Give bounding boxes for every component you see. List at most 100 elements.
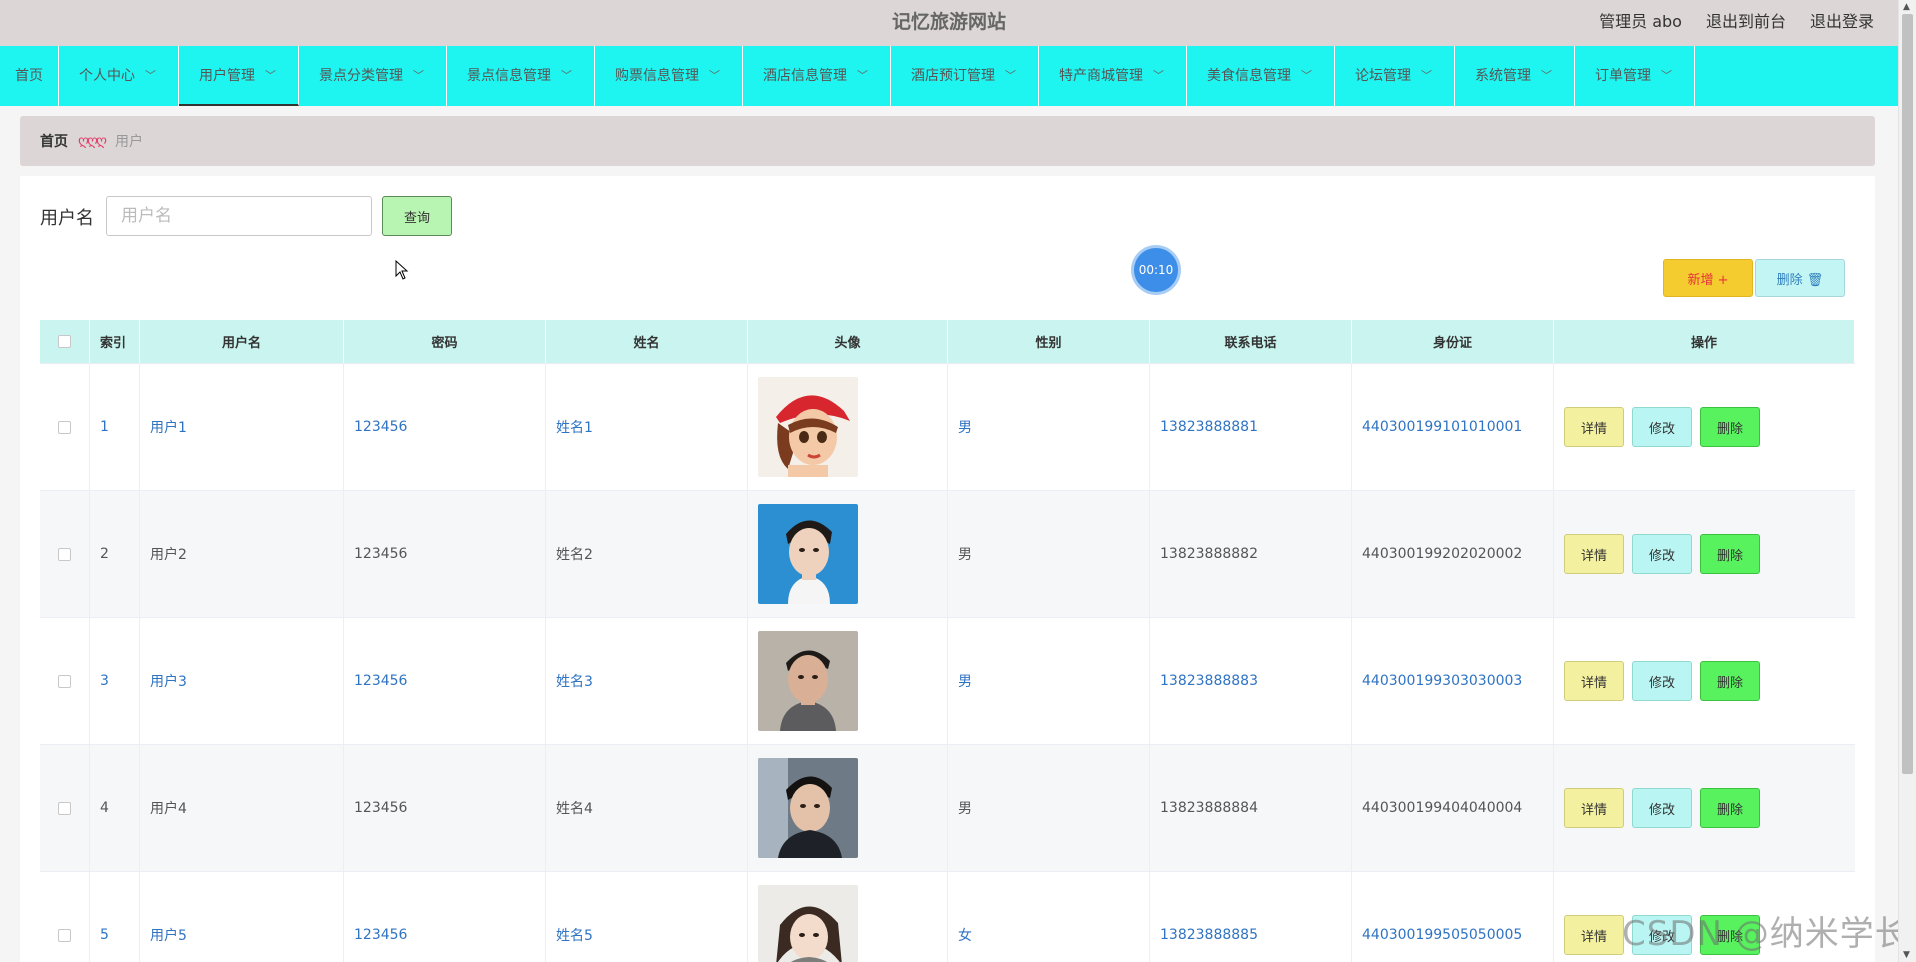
edit-button[interactable]: 修改 (1632, 788, 1692, 828)
detail-button[interactable]: 详情 (1564, 407, 1624, 447)
nav-item-hotel-booking[interactable]: 酒店预订管理 ﹀ (891, 46, 1039, 106)
cell-password: 123456 (344, 745, 546, 871)
nav-label: 用户管理 (199, 68, 255, 84)
header-avatar: 头像 (748, 320, 948, 363)
chevron-down-icon: ﹀ (561, 69, 572, 82)
row-checkbox[interactable] (58, 547, 71, 561)
cell-username: 用户5 (140, 872, 344, 962)
main-nav: 首页 个人中心 ﹀ 用户管理 ﹀ 景点分类管理 ﹀ 景点信息管理 ﹀ 购票信息管理 ﹀ 酒… (0, 46, 1898, 106)
logout-link[interactable]: 退出登录 (1810, 0, 1874, 44)
edit-button[interactable]: 修改 (1632, 407, 1692, 447)
header-id-card: 身份证 (1352, 320, 1554, 363)
nav-item-food-info[interactable]: 美食信息管理 ﹀ (1187, 46, 1335, 106)
cell-id-card: 440300199404040004 (1352, 745, 1554, 871)
cell-index: 5 (90, 872, 140, 962)
nav-label: 购票信息管理 (615, 68, 699, 84)
cell-avatar (748, 491, 948, 617)
delete-button[interactable]: 删除 (1700, 407, 1760, 447)
content-panel: 用户名 查询 00:10 新增 + 删除 🗑 索引 用户名 密码 姓名 头像 性… (20, 176, 1875, 962)
edit-button[interactable]: 修改 (1632, 661, 1692, 701)
row-checkbox[interactable] (58, 420, 71, 434)
row-checkbox-cell (40, 618, 90, 744)
nav-item-personal-center[interactable]: 个人中心 ﹀ (59, 46, 179, 106)
cell-name: 姓名5 (546, 872, 748, 962)
edit-button[interactable]: 修改 (1632, 915, 1692, 955)
scroll-down-icon[interactable]: ▼ (1903, 950, 1910, 960)
row-checkbox[interactable] (58, 928, 71, 942)
select-all-checkbox[interactable] (58, 335, 71, 348)
delete-button[interactable]: 删除 (1700, 788, 1760, 828)
breadcrumb-home[interactable]: 首页 (40, 131, 68, 151)
avatar-man-icon (758, 631, 858, 731)
header-password: 密码 (344, 320, 546, 363)
nav-label: 首页 (15, 68, 43, 84)
cell-index: 1 (90, 364, 140, 490)
delete-button[interactable]: 删除 (1700, 661, 1760, 701)
cell-actions: 详情 修改 删除 (1554, 364, 1855, 490)
cell-password: 123456 (344, 618, 546, 744)
cell-password: 123456 (344, 364, 546, 490)
cell-username: 用户4 (140, 745, 344, 871)
nav-item-specialty-mall[interactable]: 特产商城管理 ﹀ (1039, 46, 1187, 106)
nav-item-ticket-info[interactable]: 购票信息管理 ﹀ (595, 46, 743, 106)
chevron-down-icon: ﹀ (145, 69, 156, 82)
cell-actions: 详情 修改 删除 (1554, 872, 1855, 962)
detail-button[interactable]: 详情 (1564, 788, 1624, 828)
username-search-input[interactable] (106, 196, 372, 236)
nav-label: 特产商城管理 (1059, 68, 1143, 84)
detail-button[interactable]: 详情 (1564, 915, 1624, 955)
row-checkbox[interactable] (58, 674, 71, 688)
cell-id-card: 440300199505050005 (1352, 872, 1554, 962)
query-button[interactable]: 查询 (382, 196, 452, 236)
nav-item-user-management[interactable]: 用户管理 ﹀ (179, 46, 299, 106)
detail-button[interactable]: 详情 (1564, 534, 1624, 574)
row-checkbox[interactable] (58, 801, 71, 815)
cell-phone: 13823888881 (1150, 364, 1352, 490)
cell-id-card: 440300199202020002 (1352, 491, 1554, 617)
header-gender: 性别 (948, 320, 1150, 363)
nav-label: 个人中心 (79, 68, 135, 84)
cell-name: 姓名3 (546, 618, 748, 744)
back-to-front-link[interactable]: 退出到前台 (1706, 0, 1786, 44)
nav-item-home[interactable]: 首页 (0, 46, 59, 106)
batch-delete-button[interactable]: 删除 🗑 (1755, 259, 1845, 297)
table-row: 2 用户2 123456 姓名2 男 13823888882 440300199… (40, 491, 1855, 618)
top-links: 管理员 abo 退出到前台 退出登录 (1599, 0, 1874, 44)
timer-badge: 00:10 (1134, 248, 1178, 292)
nav-item-hotel-info[interactable]: 酒店信息管理 ﹀ (743, 46, 891, 106)
cell-username: 用户2 (140, 491, 344, 617)
nav-item-scenic-category[interactable]: 景点分类管理 ﹀ (299, 46, 447, 106)
detail-button[interactable]: 详情 (1564, 661, 1624, 701)
row-checkbox-cell (40, 872, 90, 962)
cell-phone: 13823888884 (1150, 745, 1352, 871)
nav-label: 景点分类管理 (319, 68, 403, 84)
scroll-up-icon[interactable]: ▲ (1903, 2, 1910, 12)
breadcrumb-current: 用户 (115, 134, 144, 150)
table-row: 4 用户4 123456 姓名4 男 13823888884 440300199… (40, 745, 1855, 872)
cell-username: 用户3 (140, 618, 344, 744)
chevron-down-icon: ﹀ (857, 69, 868, 82)
nav-item-scenic-info[interactable]: 景点信息管理 ﹀ (447, 46, 595, 106)
header-index: 索引 (90, 320, 140, 363)
delete-button[interactable]: 删除 (1700, 915, 1760, 955)
search-label: 用户名 (40, 208, 94, 229)
nav-item-forum[interactable]: 论坛管理 ﹀ (1335, 46, 1455, 106)
cell-index: 4 (90, 745, 140, 871)
chevron-down-icon: ﹀ (265, 69, 276, 82)
scroll-thumb[interactable] (1902, 14, 1913, 774)
delete-button[interactable]: 删除 (1700, 534, 1760, 574)
vertical-scrollbar[interactable]: ▲ ▼ (1898, 0, 1916, 962)
add-button[interactable]: 新增 + (1663, 259, 1753, 297)
edit-button[interactable]: 修改 (1632, 534, 1692, 574)
nav-item-orders[interactable]: 订单管理 ﹀ (1575, 46, 1695, 106)
nav-item-system[interactable]: 系统管理 ﹀ (1455, 46, 1575, 106)
cell-avatar (748, 618, 948, 744)
nav-label: 论坛管理 (1355, 68, 1411, 84)
admin-label: 管理员 abo (1599, 12, 1682, 31)
chevron-down-icon: ﹀ (1005, 69, 1016, 82)
cell-phone: 13823888882 (1150, 491, 1352, 617)
table-row: 3 用户3 123456 姓名3 男 13823888883 440300199… (40, 618, 1855, 745)
cell-name: 姓名4 (546, 745, 748, 871)
chevron-down-icon: ﹀ (1153, 69, 1164, 82)
top-bar: 记忆旅游网站 管理员 abo 退出到前台 退出登录 (0, 0, 1898, 46)
